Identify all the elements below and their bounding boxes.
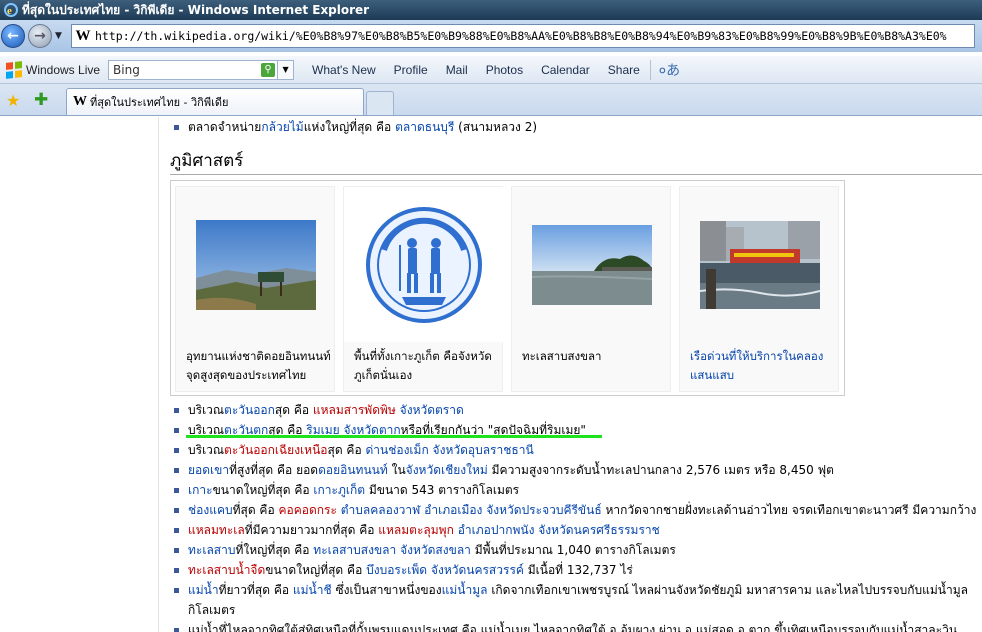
phuket-seal-image[interactable] xyxy=(364,205,484,325)
chevron-down-icon: ▼ xyxy=(282,65,289,74)
gallery-item: ทะเลสาบสงขลา xyxy=(511,186,671,392)
translate-icon[interactable]: ०あ xyxy=(659,60,680,80)
chevron-down-icon: ▼ xyxy=(55,31,62,41)
link[interactable]: แม่น้ำ xyxy=(188,583,219,597)
gallery-caption: ภูเก็ตนั่นเอง xyxy=(354,368,413,382)
link[interactable]: อำเภอปากพนัง จังหวัดนครศรีธรรมราช xyxy=(458,523,660,537)
tab-title: ที่สุดในประเทศไทย - วิกิพีเดีย xyxy=(90,96,229,109)
list-item: แม่น้ำที่ยาวที่สุด คือ แม่น้ำชี ซึ่งเป็น… xyxy=(172,580,976,600)
gallery-caption: ทะเลสาบสงขลา xyxy=(522,349,602,363)
window-title: ที่สุดในประเทศไทย - วิกิพีเดีย - Windows… xyxy=(22,2,370,17)
link[interactable]: เกาะ xyxy=(188,483,213,497)
gallery-caption-link[interactable]: เรือด่วนที่ให้บริการในคลอง xyxy=(690,347,840,366)
link-calendar[interactable]: Calendar xyxy=(541,63,590,77)
tab-bar: ★ ✚ W ที่สุดในประเทศไทย - วิกิพีเดีย xyxy=(0,84,982,116)
wikipedia-favicon-icon: W xyxy=(75,27,91,44)
gallery-item: พื้นที่ทั้งเกาะภูเก็ต คือจังหวัด ภูเก็ตน… xyxy=(343,186,504,392)
sidebar-border xyxy=(158,117,159,632)
toolbar-separator xyxy=(649,59,651,80)
gallery-item: อุทยานแห่งชาติดอยอินทนนท์ จุดสูงสุดของปร… xyxy=(175,186,335,392)
link[interactable]: แม่น้ำมูล xyxy=(442,583,488,597)
link[interactable]: จังหวัดสงขลา xyxy=(400,543,471,557)
link-mail[interactable]: Mail xyxy=(446,63,468,77)
gallery-caption-link[interactable]: แสนแสบ xyxy=(690,366,840,385)
link[interactable]: ตลาดธนบุรี xyxy=(395,120,454,134)
link[interactable]: คอคอดกระ xyxy=(278,503,336,517)
back-button[interactable]: ← xyxy=(1,24,25,48)
link[interactable]: จังหวัดตราด xyxy=(400,403,464,417)
link[interactable]: ช่องแคบ xyxy=(188,503,233,517)
gallery-caption: พื้นที่ทั้งเกาะภูเก็ต คือจังหวัด xyxy=(354,349,492,363)
new-tab-button[interactable] xyxy=(366,91,394,115)
mountain-photo[interactable] xyxy=(196,219,316,310)
windows-live-label[interactable]: Windows Live xyxy=(26,63,100,77)
navigation-bar: ← → ▼ W http://th.wikipedia.org/wiki/%E0… xyxy=(0,20,982,52)
link[interactable]: จังหวัดนครสวรรค์ xyxy=(431,563,524,577)
link[interactable]: เกาะภูเก็ต xyxy=(313,483,365,497)
link-profile[interactable]: Profile xyxy=(394,63,428,77)
link[interactable]: ด่านช่องเม็ก xyxy=(365,443,428,457)
link[interactable]: ตะวันออกเฉียงเหนือ xyxy=(224,443,327,457)
windows-live-logo-icon xyxy=(6,60,22,79)
top-list: ตลาดจำหน่ายกล้วยไม้แห่งใหญ่ที่สุด คือ ตล… xyxy=(172,117,537,137)
link[interactable]: ทะเลสาบน้ำจืด xyxy=(188,563,265,577)
list-item: บริเวณตะวันออกเฉียงเหนือสุด คือ ด่านช่อง… xyxy=(172,440,976,460)
link[interactable]: ยอดเขา xyxy=(188,463,229,477)
address-url: http://th.wikipedia.org/wiki/%E0%B8%97%E… xyxy=(95,29,947,43)
search-dropdown[interactable]: ▼ xyxy=(278,59,295,80)
link[interactable]: ทะเลสาบ xyxy=(188,543,236,557)
forward-arrow-icon: → xyxy=(34,28,46,44)
list-item: ทะเลสาบน้ำจืดขนาดใหญ่ที่สุด คือ บึงบอระเ… xyxy=(172,560,976,580)
link[interactable]: แหลมตะลุมพุก xyxy=(378,523,454,537)
link[interactable]: จังหวัดอุบลราชธานี xyxy=(433,443,534,457)
highlight-underline xyxy=(186,435,602,438)
link-photos[interactable]: Photos xyxy=(486,63,523,77)
link[interactable]: จังหวัดเชียงใหม่ xyxy=(406,463,488,477)
list-item: บริเวณตะวันออกสุด คือ แหลมสารพัดพิษ จังห… xyxy=(172,400,976,420)
back-arrow-icon: ← xyxy=(7,28,19,44)
gallery-caption: จุดสูงสุดของประเทศไทย xyxy=(186,368,307,382)
list-item: ยอดเขาที่สูงที่สุด คือ ยอดดอยอินทนนท์ ใน… xyxy=(172,460,976,480)
svg-text:e: e xyxy=(7,5,12,17)
link[interactable]: กล้วยไม้ xyxy=(261,120,303,134)
link[interactable]: แม่น้ำชี xyxy=(293,583,332,597)
forward-button[interactable]: → xyxy=(28,24,52,48)
list-item: ช่องแคบที่สุด คือ คอคอดกระ ตำบลคลองวาฬ อ… xyxy=(172,500,976,520)
windows-live-toolbar: Windows Live Bing ⚲ ▼ What's New Profile… xyxy=(0,56,982,84)
image-gallery: อุทยานแห่งชาติดอยอินทนนท์ จุดสูงสุดของปร… xyxy=(170,180,845,396)
section-heading: ภูมิศาสตร์ xyxy=(170,145,982,175)
link-whats-new[interactable]: What's New xyxy=(312,63,376,77)
gallery-item: เรือด่วนที่ให้บริการในคลอง แสนแสบ xyxy=(679,186,839,392)
link[interactable]: แหลมทะเล xyxy=(188,523,245,537)
search-value: Bing xyxy=(113,62,140,77)
history-dropdown[interactable]: ▼ xyxy=(55,31,67,41)
favorites-star-icon[interactable]: ★ xyxy=(6,91,20,110)
search-go-icon[interactable]: ⚲ xyxy=(261,62,276,77)
gallery-caption: อุทยานแห่งชาติดอยอินทนนท์ xyxy=(186,349,331,363)
list-item: ตลาดจำหน่ายกล้วยไม้แห่งใหญ่ที่สุด คือ ตล… xyxy=(172,117,537,137)
tab-active[interactable]: W ที่สุดในประเทศไทย - วิกิพีเดีย xyxy=(66,88,364,115)
list-item: แหลมทะเลที่มีความยาวมากที่สุด คือ แหลมตะ… xyxy=(172,520,976,540)
internet-explorer-icon: e xyxy=(4,3,18,17)
list-item: เกาะขนาดใหญ่ที่สุด คือ เกาะภูเก็ต มีขนาด… xyxy=(172,480,976,500)
add-favorites-icon[interactable]: ✚ xyxy=(34,90,48,110)
link[interactable]: บึงบอระเพ็ด xyxy=(366,563,427,577)
list-item: แม่น้ำที่ไหลจากทิศใต้สู่ทิศเหนือที่กั้นพ… xyxy=(172,620,976,632)
list-item-continuation: กิโลเมตร xyxy=(188,603,236,617)
link-share[interactable]: Share xyxy=(608,63,640,77)
link[interactable]: ดอยอินทนนท์ xyxy=(318,463,388,477)
link[interactable]: แหลมสารพัดพิษ xyxy=(313,403,396,417)
wikipedia-favicon-icon: W xyxy=(73,94,87,109)
list-item: ทะเลสาบที่ใหญ่ที่สุด คือ ทะเลสาบสงขลา จั… xyxy=(172,540,976,560)
link[interactable]: ตะวันออก xyxy=(224,403,275,417)
canal-boat-photo[interactable] xyxy=(700,220,820,309)
left-sidebar xyxy=(0,117,158,632)
link[interactable]: ทะเลสาบสงขลา xyxy=(313,543,396,557)
window-title-bar: e ที่สุดในประเทศไทย - วิกิพีเดีย - Windo… xyxy=(0,0,982,20)
address-bar[interactable]: W http://th.wikipedia.org/wiki/%E0%B8%97… xyxy=(71,24,975,48)
page-content: ตลาดจำหน่ายกล้วยไม้แห่งใหญ่ที่สุด คือ ตล… xyxy=(0,117,982,632)
bing-search-input[interactable]: Bing ⚲ xyxy=(108,59,279,80)
songkhla-lake-photo[interactable] xyxy=(532,224,652,305)
link[interactable]: ตำบลคลองวาฬ อำเภอเมือง จังหวัดประจวบคีรี… xyxy=(341,503,602,517)
